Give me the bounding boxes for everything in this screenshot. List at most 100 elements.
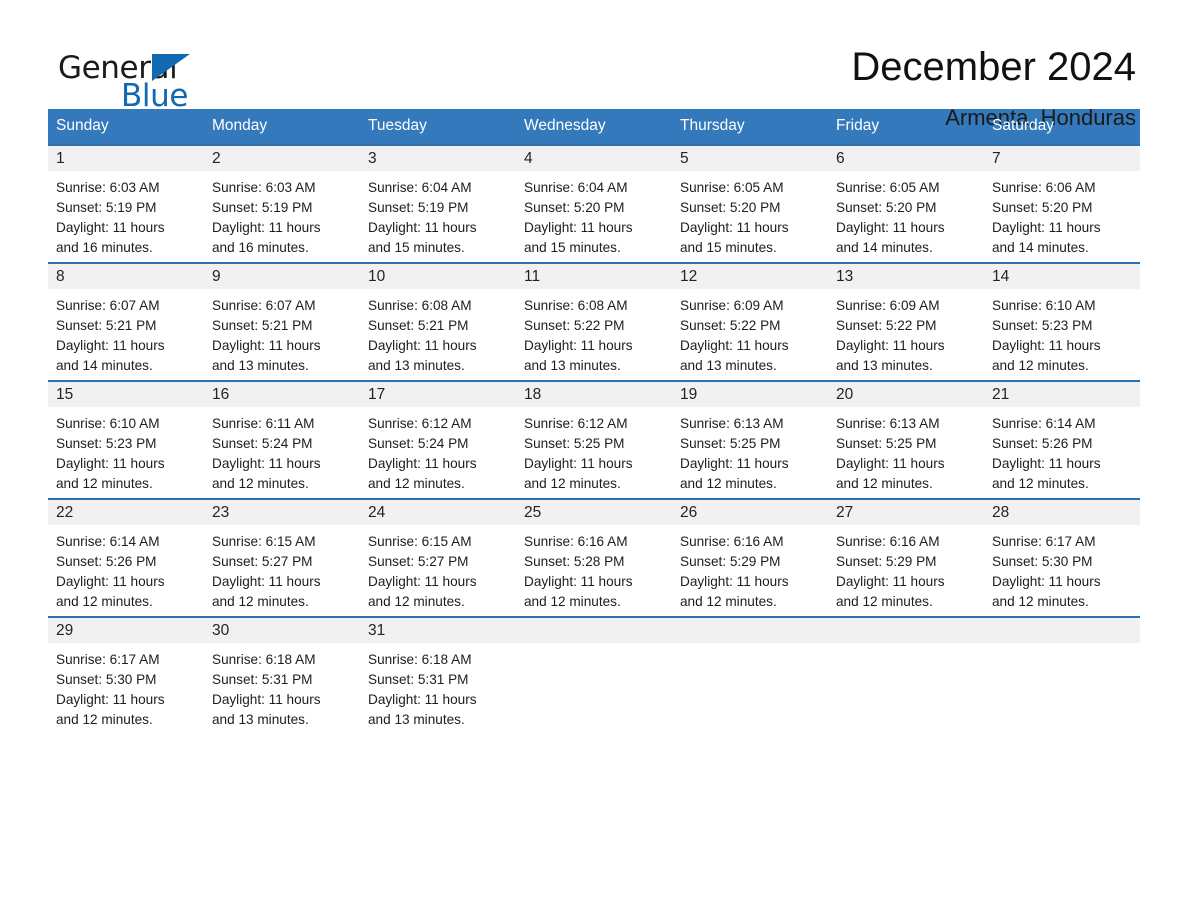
day-cell[interactable]: 28 Sunrise: 6:17 AM Sunset: 5:30 PM Dayligh…	[984, 498, 1140, 617]
day-cell[interactable]: 4 Sunrise: 6:04 AM Sunset: 5:20 PM Daylight…	[516, 144, 672, 263]
day-cell[interactable]: 9 Sunrise: 6:07 AM Sunset: 5:21 PM Daylight…	[204, 262, 360, 381]
day-cell[interactable]: 10 Sunrise: 6:08 AM Sunset: 5:21 PM Dayligh…	[360, 262, 516, 381]
daylight-text-line1: Daylight: 11 hours	[56, 692, 165, 707]
day-cell[interactable]: 3 Sunrise: 6:04 AM Sunset: 5:19 PM Daylight…	[360, 144, 516, 263]
day-cell[interactable]: 13 Sunrise: 6:09 AM Sunset: 5:22 PM Dayligh…	[828, 262, 984, 381]
day-cell[interactable]: 15 Sunrise: 6:10 AM Sunset: 5:23 PM Dayligh…	[48, 380, 204, 499]
day-cell[interactable]: 31 Sunrise: 6:18 AM Sunset: 5:31 PM Dayligh…	[360, 616, 516, 734]
day-number: 4	[516, 146, 672, 171]
day-cell[interactable]: 14 Sunrise: 6:10 AM Sunset: 5:23 PM Dayligh…	[984, 262, 1140, 381]
day-cell[interactable]: 12 Sunrise: 6:09 AM Sunset: 5:22 PM Dayligh…	[672, 262, 828, 381]
sunset-text: Sunset: 5:31 PM	[368, 672, 469, 687]
day-info: Sunrise: 6:15 AM Sunset: 5:27 PM Daylight:…	[360, 525, 516, 612]
sunrise-text: Sunrise: 6:05 AM	[680, 180, 784, 195]
day-cell[interactable]: 18 Sunrise: 6:12 AM Sunset: 5:25 PM Dayligh…	[516, 380, 672, 499]
daylight-text-line2: and 14 minutes.	[992, 240, 1089, 255]
sunrise-text: Sunrise: 6:04 AM	[368, 180, 472, 195]
day-number: 24	[360, 500, 516, 525]
day-info: Sunrise: 6:03 AM Sunset: 5:19 PM Daylight:…	[204, 171, 360, 258]
day-cell[interactable]: 19 Sunrise: 6:13 AM Sunset: 5:25 PM Dayligh…	[672, 380, 828, 499]
day-cell[interactable]: 22 Sunrise: 6:14 AM Sunset: 5:26 PM Dayligh…	[48, 498, 204, 617]
day-cell[interactable]: 6 Sunrise: 6:05 AM Sunset: 5:20 PM Daylight…	[828, 144, 984, 263]
daylight-text-line2: and 12 minutes.	[524, 594, 621, 609]
sunrise-text: Sunrise: 6:07 AM	[212, 298, 316, 313]
daylight-text-line2: and 13 minutes.	[524, 358, 621, 373]
day-number: 1	[48, 146, 204, 171]
sunrise-text: Sunrise: 6:18 AM	[212, 652, 316, 667]
day-cell[interactable]: 23 Sunrise: 6:15 AM Sunset: 5:27 PM Dayligh…	[204, 498, 360, 617]
sunrise-text: Sunrise: 6:17 AM	[992, 534, 1096, 549]
daylight-text-line1: Daylight: 11 hours	[368, 574, 477, 589]
day-info: Sunrise: 6:05 AM Sunset: 5:20 PM Daylight:…	[672, 171, 828, 258]
daylight-text-line1: Daylight: 11 hours	[368, 338, 477, 353]
day-number: 19	[672, 382, 828, 407]
day-info: Sunrise: 6:11 AM Sunset: 5:24 PM Daylight:…	[204, 407, 360, 494]
sunset-text: Sunset: 5:25 PM	[680, 436, 781, 451]
daylight-text-line1: Daylight: 11 hours	[56, 574, 165, 589]
day-cell[interactable]: 5 Sunrise: 6:05 AM Sunset: 5:20 PM Daylight…	[672, 144, 828, 263]
day-number: 2	[204, 146, 360, 171]
sunrise-text: Sunrise: 6:06 AM	[992, 180, 1096, 195]
sunset-text: Sunset: 5:23 PM	[992, 318, 1093, 333]
day-cell-empty	[984, 616, 1140, 734]
daylight-text-line2: and 12 minutes.	[56, 476, 153, 491]
sunrise-text: Sunrise: 6:10 AM	[56, 416, 160, 431]
day-number: 25	[516, 500, 672, 525]
day-info: Sunrise: 6:09 AM Sunset: 5:22 PM Daylight:…	[672, 289, 828, 376]
day-cell[interactable]: 11 Sunrise: 6:08 AM Sunset: 5:22 PM Dayligh…	[516, 262, 672, 381]
day-number	[672, 618, 828, 643]
daylight-text-line1: Daylight: 11 hours	[368, 220, 477, 235]
sunset-text: Sunset: 5:21 PM	[212, 318, 313, 333]
day-cell[interactable]: 30 Sunrise: 6:18 AM Sunset: 5:31 PM Dayligh…	[204, 616, 360, 734]
daylight-text-line1: Daylight: 11 hours	[56, 338, 165, 353]
sunrise-text: Sunrise: 6:05 AM	[836, 180, 940, 195]
day-cell[interactable]: 17 Sunrise: 6:12 AM Sunset: 5:24 PM Dayligh…	[360, 380, 516, 499]
day-number: 17	[360, 382, 516, 407]
day-cell[interactable]: 29 Sunrise: 6:17 AM Sunset: 5:30 PM Dayligh…	[48, 616, 204, 734]
day-cell[interactable]: 27 Sunrise: 6:16 AM Sunset: 5:29 PM Dayligh…	[828, 498, 984, 617]
daylight-text-line1: Daylight: 11 hours	[992, 574, 1101, 589]
page-title: December 2024	[851, 45, 1136, 89]
daylight-text-line1: Daylight: 11 hours	[524, 456, 633, 471]
day-info: Sunrise: 6:14 AM Sunset: 5:26 PM Daylight:…	[48, 525, 204, 612]
sunrise-text: Sunrise: 6:10 AM	[992, 298, 1096, 313]
daylight-text-line2: and 13 minutes.	[368, 712, 465, 727]
day-cell[interactable]: 20 Sunrise: 6:13 AM Sunset: 5:25 PM Dayligh…	[828, 380, 984, 499]
sunrise-text: Sunrise: 6:16 AM	[680, 534, 784, 549]
day-number: 29	[48, 618, 204, 643]
day-cell[interactable]: 24 Sunrise: 6:15 AM Sunset: 5:27 PM Dayligh…	[360, 498, 516, 617]
day-cell[interactable]: 7 Sunrise: 6:06 AM Sunset: 5:20 PM Daylight…	[984, 144, 1140, 263]
daylight-text-line2: and 15 minutes.	[524, 240, 621, 255]
daylight-text-line1: Daylight: 11 hours	[836, 220, 945, 235]
day-info: Sunrise: 6:17 AM Sunset: 5:30 PM Daylight:…	[48, 643, 204, 730]
daylight-text-line1: Daylight: 11 hours	[212, 338, 321, 353]
day-cell[interactable]: 2 Sunrise: 6:03 AM Sunset: 5:19 PM Daylight…	[204, 144, 360, 263]
day-cell[interactable]: 1 Sunrise: 6:03 AM Sunset: 5:19 PM Daylight…	[48, 144, 204, 263]
day-cell[interactable]: 16 Sunrise: 6:11 AM Sunset: 5:24 PM Dayligh…	[204, 380, 360, 499]
daylight-text-line2: and 12 minutes.	[836, 476, 933, 491]
weekday-header-monday: Monday	[204, 109, 360, 145]
daylight-text-line1: Daylight: 11 hours	[680, 338, 789, 353]
calendar-week-row: 22 Sunrise: 6:14 AM Sunset: 5:26 PM Dayligh…	[48, 498, 1140, 617]
day-cell[interactable]: 8 Sunrise: 6:07 AM Sunset: 5:21 PM Daylight…	[48, 262, 204, 381]
sunrise-text: Sunrise: 6:09 AM	[836, 298, 940, 313]
calendar-week-row: 1 Sunrise: 6:03 AM Sunset: 5:19 PM Daylight…	[48, 144, 1140, 263]
day-info: Sunrise: 6:09 AM Sunset: 5:22 PM Daylight:…	[828, 289, 984, 376]
day-number: 14	[984, 264, 1140, 289]
daylight-text-line1: Daylight: 11 hours	[212, 220, 321, 235]
day-number	[516, 618, 672, 643]
daylight-text-line2: and 13 minutes.	[212, 712, 309, 727]
day-info: Sunrise: 6:13 AM Sunset: 5:25 PM Daylight:…	[828, 407, 984, 494]
day-number: 21	[984, 382, 1140, 407]
daylight-text-line2: and 12 minutes.	[992, 476, 1089, 491]
sunrise-text: Sunrise: 6:09 AM	[680, 298, 784, 313]
day-cell[interactable]: 25 Sunrise: 6:16 AM Sunset: 5:28 PM Dayligh…	[516, 498, 672, 617]
day-cell[interactable]: 26 Sunrise: 6:16 AM Sunset: 5:29 PM Dayligh…	[672, 498, 828, 617]
day-number: 8	[48, 264, 204, 289]
day-cell[interactable]: 21 Sunrise: 6:14 AM Sunset: 5:26 PM Dayligh…	[984, 380, 1140, 499]
day-number: 27	[828, 500, 984, 525]
day-cell-empty	[672, 616, 828, 734]
daylight-text-line2: and 16 minutes.	[212, 240, 309, 255]
sunrise-text: Sunrise: 6:15 AM	[368, 534, 472, 549]
sunrise-text: Sunrise: 6:15 AM	[212, 534, 316, 549]
